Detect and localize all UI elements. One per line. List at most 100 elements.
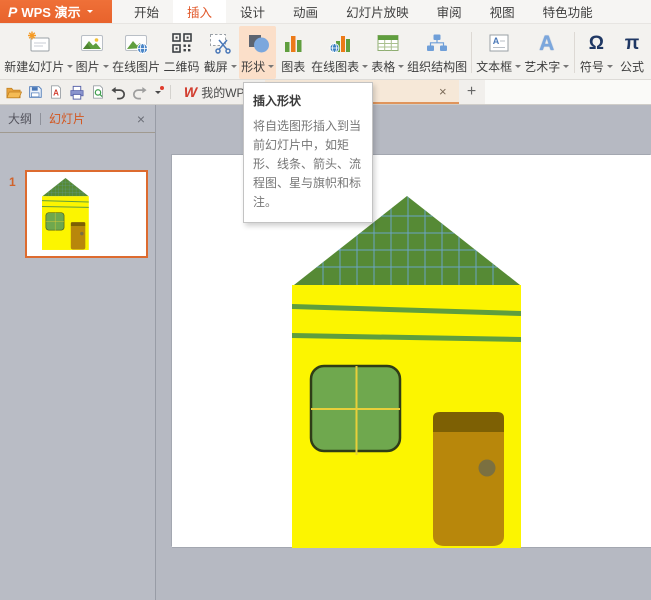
undo-button[interactable] [109,82,128,102]
folder-open-icon [6,87,22,98]
house-door [433,432,504,546]
door-top-band [433,412,504,432]
qr-code-label: 二维码 [163,60,200,74]
qr-code-button[interactable]: 二维码 [161,26,201,79]
online-picture-button[interactable]: 在线图片 [111,26,162,79]
shapes-icon [245,29,271,57]
ribbon: 新建幻灯片 图片 在线图片 二维码 截屏 形状 图表 在线图表 表格 组织结构图… [0,24,651,80]
print-button[interactable] [67,82,86,102]
slides-list: 1 [0,133,155,600]
wps-w-icon: W [182,84,199,100]
house-drawing-thumbnail [42,178,89,250]
export-pdf-button[interactable]: A [46,82,65,102]
wordart-label: 艺术字 [524,60,561,74]
redo-button[interactable] [130,82,149,102]
shapes-button[interactable]: 形状 [238,26,277,79]
slide-thumbnail[interactable] [25,170,148,258]
formula-label: 公式 [620,60,645,74]
notification-dot [160,86,164,90]
screenshot-button[interactable]: 截屏 [202,26,239,79]
text-box-icon: A [486,29,512,57]
symbol-button[interactable]: Ω 符号 [578,26,615,79]
wps-logo-icon: P [8,3,18,20]
chevron-down-icon [67,65,74,71]
table-label: 表格 [371,60,396,74]
door-knob [478,459,496,477]
chevron-down-icon [398,65,405,71]
svg-text:A: A [53,89,59,98]
tab-outline[interactable]: 大纲 [8,110,32,127]
new-slide-icon [26,29,52,57]
tab-animation[interactable]: 动画 [279,0,332,23]
tab-review[interactable]: 审阅 [423,0,476,23]
save-icon [28,86,42,98]
editing-canvas[interactable] [156,105,651,600]
chevron-down-icon [155,90,161,97]
app-logo-button[interactable]: P WPS 演示 [0,0,112,23]
insert-shape-tooltip: 插入形状 将自选图形插入到当前幻灯片中，如矩形、线条、箭头、流程图、星与旗帜和标… [243,82,373,223]
online-chart-button[interactable]: 在线图表 [310,26,369,79]
chevron-down-icon [606,65,613,71]
qr-code-icon [169,29,195,57]
shapes-label: 形状 [241,60,266,74]
ribbon-divider [470,32,472,73]
chevron-down-icon [515,65,522,71]
tab-special-features[interactable]: 特色功能 [529,0,607,23]
wordart-button[interactable]: A 艺术字 [523,26,571,79]
online-picture-icon [123,29,149,57]
panel-tab-separator [40,112,42,125]
pdf-icon: A [50,85,61,99]
tab-slideshow[interactable]: 幻灯片放映 [332,0,423,23]
app-title: WPS 演示 [21,5,81,20]
text-box-label: 文本框 [476,60,513,74]
menu-bar: P WPS 演示 开始 插入 设计 动画 幻灯片放映 审阅 视图 特色功能 [0,0,651,24]
new-slide-label: 新建幻灯片 [4,60,65,74]
org-chart-icon [424,29,450,57]
redo-icon [132,86,147,99]
slide-number: 1 [9,175,16,189]
tab-view[interactable]: 视图 [476,0,529,23]
toolbar-separator [170,85,171,99]
house-drawing[interactable] [292,196,522,548]
chevron-down-icon [102,65,109,71]
chart-icon [280,29,306,57]
chart-button[interactable]: 图表 [276,26,310,79]
slides-panel: 大纲 幻灯片 × 1 [0,105,156,600]
new-slide-button[interactable]: 新建幻灯片 [4,26,74,79]
ribbon-divider [573,32,575,73]
chart-label: 图表 [281,60,306,74]
picture-button[interactable]: 图片 [73,26,110,79]
formula-button[interactable]: π 公式 [615,26,649,79]
tab-insert[interactable]: 插入 [173,0,227,23]
symbol-label: 符号 [579,60,604,74]
new-tab-button[interactable]: + [459,80,485,104]
close-tab-icon[interactable]: × [435,84,451,99]
customize-toolbar-button[interactable] [151,82,165,102]
save-button[interactable] [25,82,44,102]
menu-tabs: 开始 插入 设计 动画 幻灯片放映 审阅 视图 特色功能 [120,0,607,23]
tab-home[interactable]: 开始 [120,0,173,23]
print-preview-button[interactable] [88,82,107,102]
chevron-down-icon [86,10,93,16]
chevron-down-icon [268,65,275,71]
table-button[interactable]: 表格 [369,26,406,79]
close-panel-icon[interactable]: × [135,111,147,127]
picture-label: 图片 [75,60,100,74]
org-chart-label: 组织结构图 [407,60,468,74]
quick-access-toolbar: A [0,80,167,104]
omega-symbol-icon: Ω [588,32,604,54]
chevron-down-icon [230,65,237,71]
text-box-button[interactable]: A 文本框 [475,26,523,79]
tab-row-empty-space [484,80,651,104]
tab-slides[interactable]: 幻灯片 [49,110,85,127]
slides-panel-header: 大纲 幻灯片 × [0,105,155,133]
org-chart-button[interactable]: 组织结构图 [406,26,467,79]
tooltip-title: 插入形状 [253,94,302,108]
tooltip-body: 将自选图形插入到当前幻灯片中，如矩形、线条、箭头、流程图、星与旗帜和标注。 [253,119,362,209]
tab-design[interactable]: 设计 [226,0,279,23]
undo-icon [111,86,126,99]
svg-text:A: A [492,36,499,46]
open-file-button[interactable] [4,82,23,102]
picture-icon [79,29,105,57]
online-chart-icon [327,29,353,57]
